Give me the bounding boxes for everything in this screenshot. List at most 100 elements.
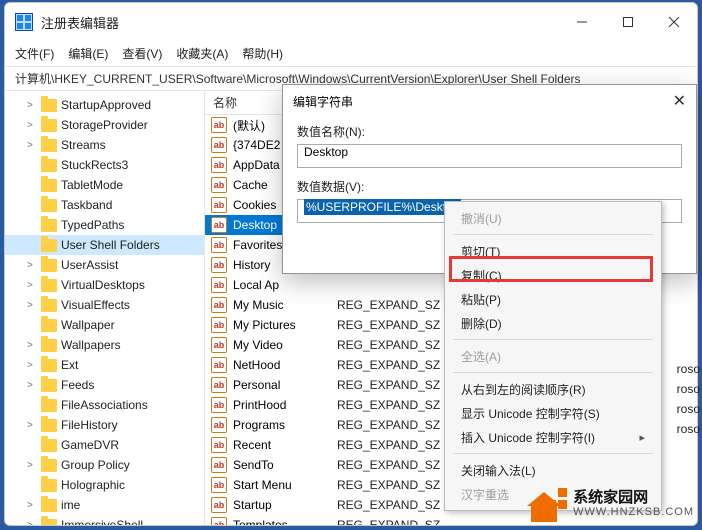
tree-item-label: TypedPaths — [61, 218, 124, 232]
expand-icon[interactable]: > — [27, 380, 37, 391]
tree-item-label: Holographic — [61, 478, 125, 492]
string-value-icon: ab — [211, 277, 227, 293]
menu-favorites[interactable]: 收藏夹(A) — [176, 45, 228, 62]
expand-icon[interactable]: > — [27, 420, 37, 431]
tree-item-label: GameDVR — [61, 438, 119, 452]
ctx-close-ime[interactable]: 关闭输入法(L) — [447, 458, 659, 482]
tree-pane[interactable]: >StartupApproved>StorageProvider>Streams… — [5, 91, 205, 525]
string-value-icon: ab — [211, 457, 227, 473]
menu-edit[interactable]: 编辑(E) — [68, 45, 108, 62]
expand-icon[interactable]: > — [27, 300, 37, 311]
tree-item[interactable]: > Streams — [5, 135, 204, 155]
ctx-undo[interactable]: 撤消(U) — [447, 206, 659, 230]
maximize-button[interactable] — [605, 5, 651, 39]
ctx-separator — [453, 339, 653, 340]
ctx-rtl[interactable]: 从右到左的阅读顺序(R) — [447, 377, 659, 401]
tree-item[interactable]: FileAssociations — [5, 395, 204, 415]
folder-icon — [41, 299, 57, 312]
tree-item[interactable]: > Feeds — [5, 375, 204, 395]
value-type: REG_EXPAND_SZ — [337, 478, 440, 492]
tree-item[interactable]: User Shell Folders — [5, 235, 204, 255]
window-title: 注册表编辑器 — [41, 13, 119, 32]
ctx-separator — [453, 453, 653, 454]
folder-icon — [41, 119, 57, 132]
folder-icon — [41, 99, 57, 112]
expand-icon[interactable]: > — [27, 100, 37, 111]
tree-item[interactable]: > VirtualDesktops — [5, 275, 204, 295]
truncated-data: roso — [677, 422, 700, 436]
menu-help[interactable]: 帮助(H) — [242, 45, 283, 62]
tree-item[interactable]: >ime — [5, 495, 204, 515]
tree-item-label: ImmersiveShell — [61, 518, 143, 525]
folder-icon — [41, 399, 57, 412]
expand-icon[interactable]: > — [27, 340, 37, 351]
string-value-icon: ab — [211, 517, 227, 525]
dialog-close-button[interactable]: ✕ — [673, 91, 686, 111]
menu-view[interactable]: 查看(V) — [122, 45, 162, 62]
expand-icon[interactable]: > — [27, 360, 37, 371]
folder-icon — [41, 179, 57, 192]
tree-item[interactable]: >Group Policy — [5, 455, 204, 475]
tree-item[interactable]: > Wallpapers — [5, 335, 204, 355]
folder-icon — [41, 519, 57, 526]
tree-item[interactable]: > ImmersiveShell — [5, 515, 204, 525]
tree-item-label: StartupApproved — [61, 98, 151, 112]
folder-icon — [41, 379, 57, 392]
expand-icon[interactable]: > — [27, 120, 37, 131]
folder-icon — [41, 199, 57, 212]
tree-item[interactable]: GameDVR — [5, 435, 204, 455]
folder-icon — [41, 359, 57, 372]
string-value-icon: ab — [211, 117, 227, 133]
ctx-delete[interactable]: 删除(D) — [447, 311, 659, 335]
ctx-insert-unicode[interactable]: 插入 Unicode 控制字符(I) — [447, 425, 659, 449]
tree-item-label: VirtualDesktops — [61, 278, 145, 292]
tree-item[interactable]: >VisualEffects — [5, 295, 204, 315]
tree-item[interactable]: >StorageProvider — [5, 115, 204, 135]
folder-icon — [41, 159, 57, 172]
string-value-icon: ab — [211, 137, 227, 153]
folder-icon — [41, 339, 57, 352]
close-button[interactable] — [651, 5, 697, 39]
tree-item-label: Streams — [61, 138, 106, 152]
folder-icon — [41, 419, 57, 432]
tree-item[interactable]: Wallpaper — [5, 315, 204, 335]
value-name: Templates — [233, 518, 337, 525]
expand-icon[interactable]: > — [27, 520, 37, 526]
ctx-cut[interactable]: 剪切(T) — [447, 239, 659, 263]
data-label: 数值数据(V): — [297, 178, 682, 195]
value-type: REG_EXPAND_SZ — [337, 398, 440, 412]
tree-item-label: Feeds — [61, 378, 94, 392]
expand-icon[interactable]: > — [27, 260, 37, 271]
menu-file[interactable]: 文件(F) — [15, 45, 54, 62]
tree-item[interactable]: > StartupApproved — [5, 95, 204, 115]
value-type: REG_EXPAND_SZ — [337, 438, 440, 452]
tree-item[interactable]: Taskband — [5, 195, 204, 215]
ctx-copy[interactable]: 复制(C) — [447, 263, 659, 287]
value-name: SendTo — [233, 458, 337, 472]
value-name: Personal — [233, 378, 337, 392]
expand-icon[interactable]: > — [27, 280, 37, 291]
value-type: REG_EXPAND_SZ — [337, 518, 440, 525]
minimize-button[interactable] — [559, 5, 605, 39]
tree-item[interactable]: > Ext — [5, 355, 204, 375]
ctx-select-all[interactable]: 全选(A) — [447, 344, 659, 368]
tree-item[interactable]: >UserAssist — [5, 255, 204, 275]
tree-item-label: Wallpapers — [61, 338, 121, 352]
tree-item-label: Ext — [61, 358, 78, 372]
tree-item[interactable]: Holographic — [5, 475, 204, 495]
ctx-show-unicode[interactable]: 显示 Unicode 控制字符(S) — [447, 401, 659, 425]
name-input[interactable]: Desktop — [297, 144, 682, 168]
tree-item[interactable]: StuckRects3 — [5, 155, 204, 175]
ctx-paste[interactable]: 粘贴(P) — [447, 287, 659, 311]
tree-item[interactable]: TabletMode — [5, 175, 204, 195]
tree-item[interactable]: >FileHistory — [5, 415, 204, 435]
tree-item[interactable]: TypedPaths — [5, 215, 204, 235]
truncated-data: roso — [677, 402, 700, 416]
expand-icon[interactable]: > — [27, 140, 37, 151]
menubar: 文件(F) 编辑(E) 查看(V) 收藏夹(A) 帮助(H) — [5, 41, 697, 67]
expand-icon[interactable]: > — [27, 460, 37, 471]
expand-icon[interactable]: > — [27, 500, 37, 511]
tree-item-label: User Shell Folders — [61, 238, 160, 252]
tree-item-label: Taskband — [61, 198, 112, 212]
string-value-icon: ab — [211, 357, 227, 373]
